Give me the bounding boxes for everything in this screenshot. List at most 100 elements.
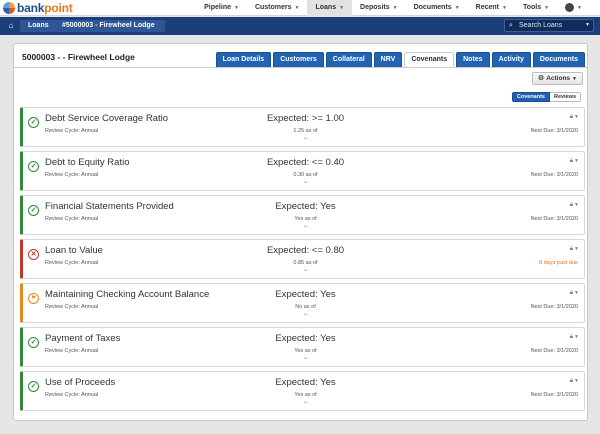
search-icon: ⌕ (509, 22, 513, 29)
covenant-name: Loan to Value (45, 245, 103, 256)
tab-loan-details[interactable]: Loan Details (215, 52, 272, 67)
row-menu-button[interactable]: 🔒︎▼ (570, 245, 579, 253)
chevron-down-icon: ▼ (574, 290, 579, 296)
reviews-toggle-button[interactable]: Reviews (549, 92, 581, 102)
tab-activity[interactable]: Activity (491, 52, 531, 67)
covenant-cycle: Review Cycle: Annual (45, 392, 99, 398)
check-circle-icon: ✓ (28, 337, 39, 348)
nav-user[interactable]: ▼ (557, 0, 590, 16)
nav-customers[interactable]: Customers ▼ (247, 0, 308, 16)
covenant-due: Next Due: 3/1/2020 (530, 304, 578, 310)
logo-text: bankpoint (17, 1, 73, 15)
covenant-due: Next Due: 3/1/2020 (530, 216, 578, 222)
covenant-name: Debt to Equity Ratio (45, 157, 130, 168)
tab-notes[interactable]: Notes (456, 52, 490, 67)
nav-tools[interactable]: Tools ▼ (515, 0, 557, 16)
covenant-cycle: Review Cycle: Annual (45, 304, 99, 310)
lock-icon: 🔒︎ (569, 113, 574, 120)
nav-recent[interactable]: Recent ▼ (468, 0, 515, 16)
tab-nrv[interactable]: NRV (373, 52, 403, 67)
top-menu: Pipeline ▼ Customers ▼ Loans ▼ Deposits ▼ Do… (196, 0, 590, 16)
bankpoint-logo[interactable]: bankpoint (3, 1, 73, 15)
chevron-down-icon: ▼ (574, 334, 579, 340)
user-icon (565, 2, 575, 12)
row-menu-button[interactable]: 🔒︎▼ (570, 113, 579, 121)
chevron-down-icon: ▼ (294, 5, 300, 11)
covenant-row[interactable]: ✓ Debt Service Coverage Ratio Review Cyc… (20, 107, 585, 147)
covenant-row[interactable]: ✓ Use of Proceeds Review Cycle: Annual E… (20, 371, 585, 411)
chevron-down-icon[interactable]: ⌄ (223, 222, 388, 229)
covenant-name: Maintaining Checking Account Balance (45, 289, 210, 300)
lock-icon: 🔒︎ (569, 289, 574, 296)
chevron-down-icon: ▼ (574, 378, 579, 384)
covenant-due: 8 days past due (539, 260, 578, 266)
covenant-name: Payment of Taxes (45, 333, 121, 344)
covenant-due: Next Due: 3/1/2020 (530, 392, 578, 398)
nav-loans[interactable]: Loans ▼ (307, 0, 353, 16)
row-menu-button[interactable]: 🔒︎▼ (570, 289, 579, 297)
covenant-cycle: Review Cycle: Annual (45, 260, 99, 266)
search-placeholder: Search Loans (519, 22, 563, 29)
tab-documents[interactable]: Documents (532, 52, 585, 67)
lock-icon: 🔒︎ (569, 157, 574, 164)
chevron-down-icon: ▼ (585, 22, 590, 28)
chevron-down-icon: ▼ (577, 5, 582, 11)
chevron-down-icon[interactable]: ⌄ (223, 398, 388, 405)
lock-icon: 🔒︎ (569, 245, 574, 252)
chevron-down-icon[interactable]: ⌄ (223, 266, 388, 273)
covenant-name: Debt Service Coverage Ratio (45, 113, 169, 124)
home-icon[interactable]: ⌂ (4, 20, 18, 32)
lock-icon: 🔒︎ (569, 201, 574, 208)
logo-mark-icon (3, 2, 15, 14)
view-toggle: Covenants Reviews (511, 92, 581, 102)
row-menu-button[interactable]: 🔒︎▼ (570, 333, 579, 341)
check-circle-icon: ✓ (28, 117, 39, 128)
actions-button[interactable]: ⚙ Actions ▼ (531, 72, 583, 85)
covenant-name: Use of Proceeds (45, 377, 116, 388)
covenant-expected: Expected: Yes (275, 201, 336, 212)
chevron-down-icon: ▼ (574, 202, 579, 208)
tab-customers[interactable]: Customers (273, 52, 324, 67)
covenant-due: Next Due: 3/1/2020 (530, 172, 578, 178)
covenants-toggle-button[interactable]: Covenants (511, 92, 550, 102)
covenant-due: Next Due: 3/1/2020 (530, 128, 578, 134)
flag-circle-icon: ⚑ (28, 293, 39, 304)
x-circle-icon: ✕ (28, 249, 39, 260)
breadcrumb-loan[interactable]: #5000003 - Firewheel Lodge (52, 20, 165, 32)
covenant-cycle: Review Cycle: Annual (45, 216, 99, 222)
nav-documents[interactable]: Documents ▼ (406, 0, 468, 16)
chevron-down-icon: ▼ (233, 5, 239, 11)
covenant-expected: Expected: <= 0.40 (266, 157, 345, 168)
covenant-expected: Expected: Yes (275, 333, 336, 344)
row-menu-button[interactable]: 🔒︎▼ (570, 201, 579, 209)
covenant-row[interactable]: ⚑ Maintaining Checking Account Balance R… (20, 283, 585, 323)
row-menu-button[interactable]: 🔒︎▼ (570, 157, 579, 165)
covenant-row[interactable]: ✓ Debt to Equity Ratio Review Cycle: Ann… (20, 151, 585, 191)
check-circle-icon: ✓ (28, 381, 39, 392)
search-loans-input[interactable]: ⌕ Search Loans ▼ (504, 19, 594, 32)
nav-pipeline[interactable]: Pipeline ▼ (196, 0, 247, 16)
row-menu-button[interactable]: 🔒︎▼ (570, 377, 579, 385)
tab-collateral[interactable]: Collateral (325, 52, 372, 67)
tab-covenants[interactable]: Covenants (404, 52, 455, 67)
chevron-down-icon[interactable]: ⌄ (223, 354, 388, 361)
covenant-row[interactable]: ✕ Loan to Value Review Cycle: Annual Exp… (20, 239, 585, 279)
nav-deposits[interactable]: Deposits ▼ (352, 0, 406, 16)
lock-icon: 🔒︎ (569, 333, 574, 340)
covenant-cycle: Review Cycle: Annual (45, 172, 99, 178)
top-navbar: bankpoint Pipeline ▼ Customers ▼ Loans ▼ De… (0, 0, 600, 16)
chevron-down-icon: ▼ (454, 5, 460, 11)
covenant-row[interactable]: ✓ Payment of Taxes Review Cycle: Annual … (20, 327, 585, 367)
check-circle-icon: ✓ (28, 161, 39, 172)
covenant-name: Financial Statements Provided (45, 201, 174, 212)
covenant-row[interactable]: ✓ Financial Statements Provided Review C… (20, 195, 585, 235)
check-circle-icon: ✓ (28, 205, 39, 216)
gear-icon: ⚙ (537, 75, 545, 82)
loan-panel: 5000003 - - Firewheel Lodge Loan Details… (13, 43, 588, 421)
chevron-down-icon[interactable]: ⌄ (223, 134, 388, 141)
chevron-down-icon[interactable]: ⌄ (223, 178, 388, 185)
chevron-down-icon[interactable]: ⌄ (223, 310, 388, 317)
chevron-down-icon: ▼ (574, 158, 579, 164)
breadcrumb: ⌂ Loans #5000003 - Firewheel Lodge ⌕ Sea… (0, 17, 600, 35)
lock-icon: 🔒︎ (569, 377, 574, 384)
